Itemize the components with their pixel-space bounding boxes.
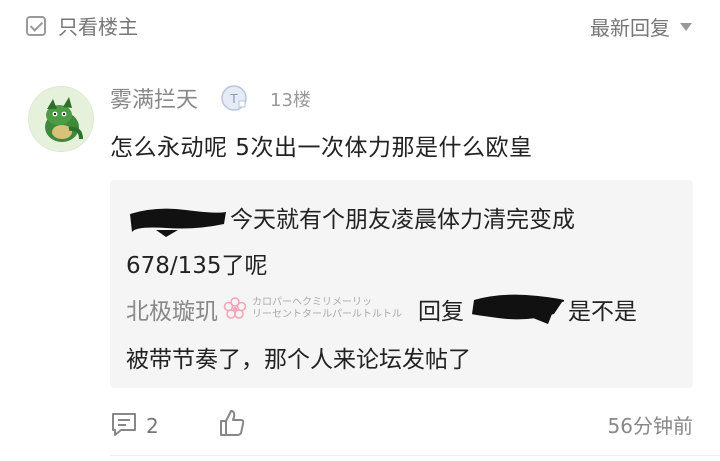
comment-footer: 2 56分钟前 <box>110 408 693 442</box>
quote-line-4: 被带节奏了，那个人来论坛发帖了 <box>126 347 471 373</box>
comment-count: 2 <box>146 414 159 438</box>
quote-text-1: 今天就有个朋友凌晨体力清完变成 <box>230 207 575 233</box>
avatar[interactable] <box>28 86 94 152</box>
caret-down-icon <box>680 22 692 31</box>
divider <box>110 455 720 456</box>
checkbox-icon[interactable] <box>26 15 46 36</box>
user-tagline: カロパーヘクミリメーリッ リーセントタールパールトルトル <box>252 297 410 321</box>
only-op-label: 只看楼主 <box>58 15 138 39</box>
quote-line-2: 678/135了呢 <box>126 253 268 279</box>
quote-line-1: 今天就有个朋友凌晨体力清完变成 <box>126 200 575 238</box>
comment-button[interactable]: 2 <box>110 410 159 442</box>
floor-number: 13楼 <box>270 90 311 111</box>
thumbs-up-icon[interactable] <box>218 408 246 442</box>
level-badge-icon: T <box>220 84 248 112</box>
tagline-line-1: カロパーヘクミリメーリッ <box>252 297 372 308</box>
quote-text-3: 是不是 <box>568 299 637 325</box>
sort-label: 最新回复 <box>590 16 670 40</box>
quoted-replies[interactable]: 今天就有个朋友凌晨体力清完变成 678/135了呢 北极璇玑 カロパーヘクミリメ… <box>110 180 693 388</box>
quote-line-3: 北极璇玑 カロパーヘクミリメーリッ リーセントタールパールトルトル 回复 是不是 <box>126 292 637 326</box>
post-time: 56分钟前 <box>607 414 693 438</box>
sort-dropdown[interactable]: 最新回复 <box>590 12 692 41</box>
flower-icon <box>222 296 248 322</box>
tagline-line-2: リーセントタールパールトルトル <box>252 309 402 320</box>
redaction-mark <box>130 208 226 237</box>
comment-icon <box>110 410 138 442</box>
svg-text:T: T <box>230 91 238 106</box>
top-bar: 只看楼主 最新回复 <box>0 0 720 52</box>
redaction-mark <box>471 294 564 324</box>
reply-username[interactable]: 北极璇玑 <box>126 292 218 326</box>
reply-word: 回复 <box>418 299 464 325</box>
comment-content: 怎么永动呢 5次出一次体力那是什么欧皇 <box>110 135 533 161</box>
only-op-toggle[interactable]: 只看楼主 <box>26 11 138 40</box>
username[interactable]: 雾满拦天 <box>110 82 198 114</box>
